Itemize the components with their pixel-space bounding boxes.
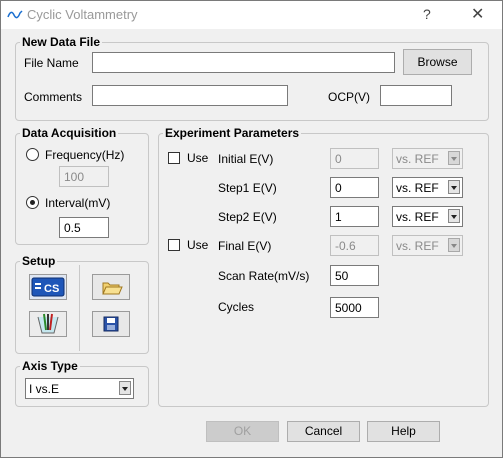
browse-button[interactable]: Browse [403,49,472,75]
interval-radio-dot [30,200,35,205]
save-icon [103,316,119,332]
initial-ref-value: vs. REF [396,152,439,166]
chevron-down-icon[interactable] [448,238,460,252]
step2-e-field[interactable] [330,206,379,227]
step1-ref-select[interactable]: vs. REF [392,177,463,198]
cyclic-voltammetry-dialog: Cyclic Voltammetry ? ✕ New Data File Fil… [0,0,503,458]
ok-button[interactable]: OK [206,421,279,442]
experiment-parameters-legend: Experiment Parameters [165,126,300,140]
final-ref-value: vs. REF [396,239,439,253]
svg-text:CS: CS [44,283,59,295]
initial-ref-select[interactable]: vs. REF [392,148,463,169]
window-title: Cyclic Voltammetry [27,7,138,22]
final-e-label: Final E(V) [218,239,272,253]
final-ref-select[interactable]: vs. REF [392,235,463,256]
ocp-label: OCP(V) [328,90,370,104]
initial-use-label: Use [187,151,209,165]
setup-divider [79,265,80,351]
chevron-down-icon[interactable] [448,209,460,223]
chevron-down-icon[interactable] [448,151,460,165]
axis-type-legend: Axis Type [22,359,78,373]
chevron-down-icon[interactable] [119,381,131,395]
comments-label: Comments [24,90,83,104]
frequency-radio[interactable] [26,148,39,161]
ocp-field[interactable] [380,85,452,106]
scan-rate-field[interactable] [330,265,379,286]
chevron-down-icon[interactable] [448,180,460,194]
frequency-field[interactable] [59,166,109,187]
initial-e-label: Initial E(V) [218,152,274,166]
cycles-field[interactable] [330,297,379,318]
step2-e-label: Step2 E(V) [218,210,277,224]
step2-ref-value: vs. REF [396,210,439,224]
initial-e-field[interactable] [330,148,379,169]
new-data-file-legend: New Data File [22,35,101,49]
setup-legend: Setup [22,254,56,268]
interval-radio[interactable] [26,196,39,209]
help-title-button[interactable]: ? [423,6,431,22]
open-folder-icon [102,282,123,295]
wave-icon [7,10,23,19]
file-name-label: File Name [24,56,79,70]
file-name-field[interactable] [92,52,395,73]
axis-type-select[interactable]: I vs.E [25,378,134,399]
electrode-icon [37,313,59,334]
final-use-label: Use [187,238,209,252]
scan-rate-label: Scan Rate(mV/s) [218,269,310,283]
final-e-field[interactable] [330,235,379,256]
help-button[interactable]: Help [367,421,440,442]
cs-tool-button[interactable]: CS [29,274,67,300]
setup-group: Setup [15,254,149,354]
save-button[interactable] [92,311,130,337]
electrode-tool-button[interactable] [29,311,67,337]
cancel-button[interactable]: Cancel [287,421,360,442]
data-acquisition-legend: Data Acquisition [22,126,117,140]
step1-e-field[interactable] [330,177,379,198]
comments-field[interactable] [92,85,288,106]
step2-ref-select[interactable]: vs. REF [392,206,463,227]
new-data-file-group: New Data File [15,35,489,121]
close-button[interactable]: ✕ [471,4,484,24]
frequency-label: Frequency(Hz) [45,148,125,162]
interval-label: Interval(mV) [45,196,111,210]
cycles-label: Cycles [218,300,255,314]
final-use-checkbox[interactable] [168,239,180,251]
interval-field[interactable] [59,217,109,238]
step1-ref-value: vs. REF [396,181,439,195]
title-bar: Cyclic Voltammetry ? ✕ [1,1,502,29]
cs-icon: CS [31,277,65,297]
initial-use-checkbox[interactable] [168,152,180,164]
open-file-button[interactable] [92,274,130,300]
axis-type-value: I vs.E [29,382,60,396]
step1-e-label: Step1 E(V) [218,181,277,195]
